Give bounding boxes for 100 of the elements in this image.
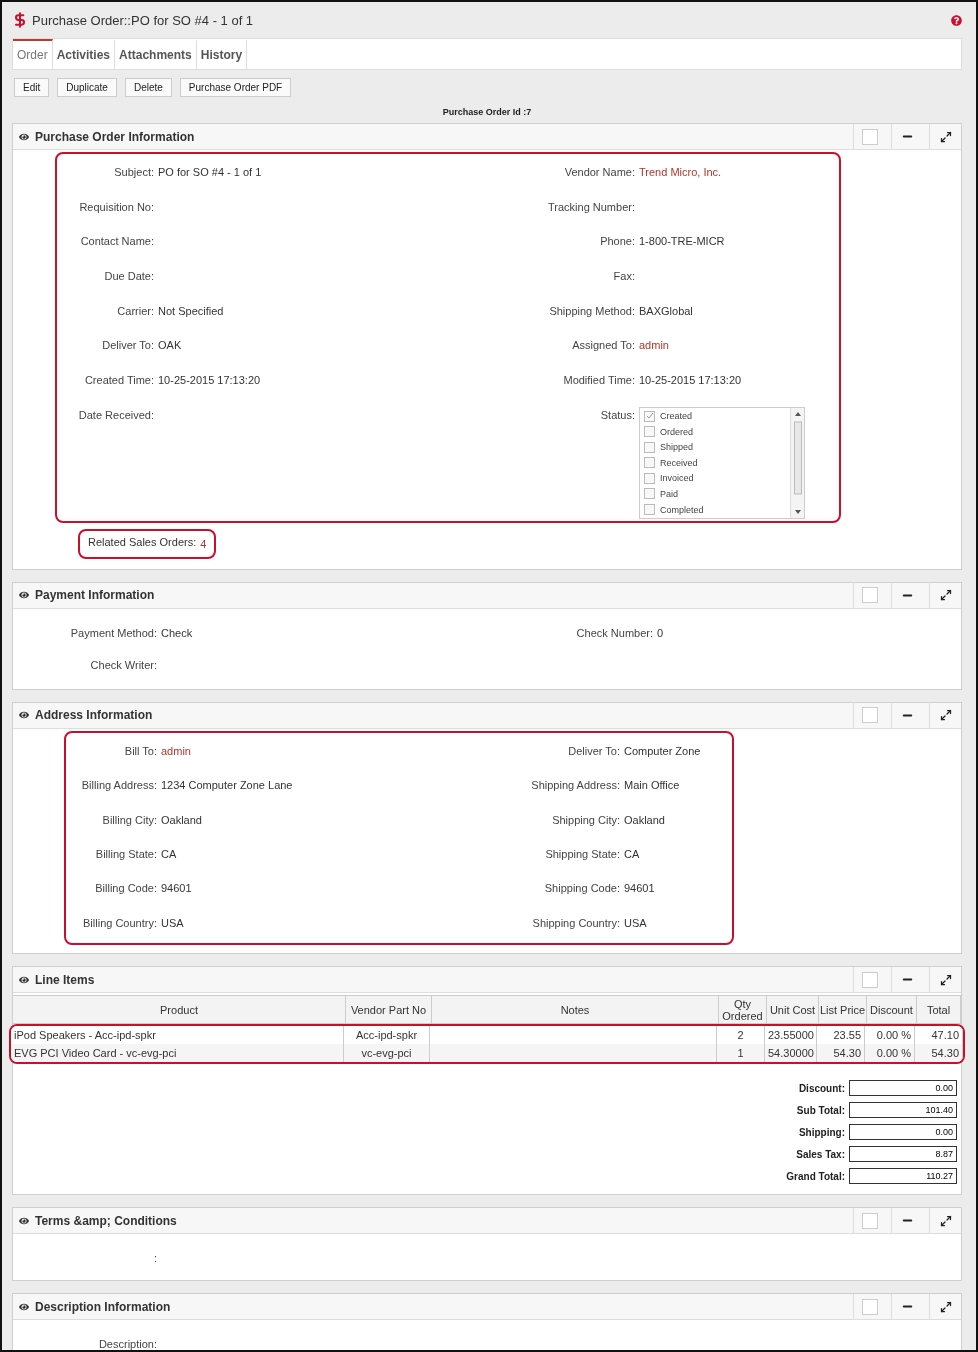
column-header: Notes [432,996,719,1025]
total-field[interactable]: 8.87 [849,1146,957,1163]
total-label: Grand Total: [786,1170,845,1182]
tab[interactable]: Order [13,39,53,69]
field-label: Billing State: [95,847,157,862]
field-link[interactable]: admin [639,337,839,354]
expand-icon[interactable] [939,1214,952,1227]
status-option: Paid [660,489,678,499]
field-label: Vendor Name: [564,165,635,180]
checkbox[interactable] [644,488,655,500]
total-field[interactable]: 110.27 [849,1168,957,1185]
eye-icon[interactable] [19,1301,29,1312]
section-header[interactable]: Address Information [13,702,961,729]
section-title: Description Information [35,1299,172,1314]
section-title: Payment Information [35,588,156,603]
scrollbar[interactable] [790,407,804,518]
field-value: OAK [158,338,183,354]
section-header[interactable]: Description Information [13,1294,961,1321]
dollar-icon [12,12,28,28]
status-option: Completed [660,504,704,515]
total-field[interactable]: 101.40 [849,1102,957,1119]
field-value: USA [161,915,185,931]
field-label: Modified Time: [563,373,635,389]
field-label: Billing Address: [81,778,157,794]
field-value: CA [624,847,641,862]
check-icon [645,412,654,421]
eye-icon[interactable] [19,974,29,985]
table-cell: 54.30000 [765,1044,817,1063]
total-field[interactable]: 0.00 [849,1124,957,1141]
field-label: Billing Country: [83,915,157,931]
help-icon[interactable] [951,14,962,26]
field-value: Oakland [161,812,203,828]
field-label: Tracking Number: [548,199,635,215]
status-list[interactable]: Created Ordered Shipped Received Invoiced Paid Completed [639,406,805,519]
checkbox[interactable] [644,457,655,469]
field-label: Check Writer: [90,657,157,673]
total-field[interactable]: 0.00 [849,1080,957,1097]
field-value: PO for SO #4 - 1 of 1 [158,165,263,180]
eye-icon[interactable] [19,131,29,142]
eye-icon[interactable] [19,1215,29,1226]
section-header[interactable]: Line Items [13,967,961,994]
field-value: 1-800-TRE-MICR [639,234,726,250]
column-header: Total [917,996,961,1025]
checkbox[interactable] [644,504,655,516]
eye-icon[interactable] [19,590,29,601]
table-cell: EVG PCI Video Card - vc-evg-pci [11,1044,344,1063]
field-link[interactable]: 4 [200,535,207,552]
table-cell: vc-evg-pci [344,1044,430,1063]
action-button[interactable]: Duplicate [57,78,117,97]
field-label: Shipping Method: [549,303,635,319]
column-header: Vendor Part No [346,996,432,1025]
field-link[interactable]: Trend Micro, Inc. [639,164,839,180]
field-label: Bill To: [124,743,157,759]
status-option: Received [660,457,698,468]
table-cell: 0.00 % [865,1044,915,1063]
table-row[interactable]: iPod Speakers - Acc-ipd-spkr Acc-ipd-spkr 2 23.55000 23.55 0.00 % 47.10 [11,1026,963,1045]
section-header[interactable]: Payment Information [13,582,961,609]
field-label: Fax: [613,269,635,285]
checkbox[interactable] [644,410,655,422]
action-button[interactable]: Edit [14,78,50,97]
eye-icon[interactable] [19,710,29,721]
field-label: Subject: [114,165,154,180]
field-value: 94601 [624,881,656,897]
checkbox[interactable] [644,426,655,438]
column-header: Unit Cost [767,996,819,1025]
field-label: Due Date: [104,269,154,285]
field-value: BAXGlobal [639,303,694,319]
field-value: Computer Zone [624,743,702,759]
expand-icon[interactable] [939,1300,952,1313]
field-label: Status: [600,407,635,423]
table-row[interactable]: EVG PCI Video Card - vc-evg-pci vc-evg-pci 1 54.30000 54.30 0.00 % 54.30 [11,1044,963,1063]
field-label: Deliver To: [568,743,620,759]
column-header: Qty Ordered [719,996,767,1025]
field-label: Requisition No: [79,199,154,215]
action-button[interactable]: Purchase Order PDF [179,78,292,97]
field-value: 10-25-2015 17:13:20 [639,373,743,389]
section-title: Terms &amp; Conditions [35,1213,178,1228]
expand-icon[interactable] [939,709,952,722]
table-cell: 1 [717,1044,765,1063]
field-label: Shipping Country: [532,915,620,931]
section-title: Purchase Order Information [35,129,196,144]
expand-icon[interactable] [939,973,952,986]
expand-icon[interactable] [939,589,952,602]
field-label: Check Number: [576,625,653,641]
field-link[interactable]: admin [161,742,441,759]
field-label: Shipping Address: [531,778,620,794]
section-header[interactable]: Terms &amp; Conditions [13,1208,961,1235]
field-label: Payment Method: [70,625,157,641]
field-value: Check [161,625,194,641]
expand-icon[interactable] [939,130,952,143]
field-value: USA [624,915,648,931]
section-header[interactable]: Purchase Order Information [13,124,961,150]
field-label: Related Sales Orders: [88,535,197,550]
field-label: Billing City: [102,812,157,828]
column-header: Product [13,996,346,1025]
status-option: Invoiced [660,473,694,484]
action-button[interactable]: Delete [124,78,172,97]
checkbox[interactable] [644,472,655,484]
checkbox[interactable] [644,441,655,453]
total-label: Shipping: [798,1126,845,1138]
